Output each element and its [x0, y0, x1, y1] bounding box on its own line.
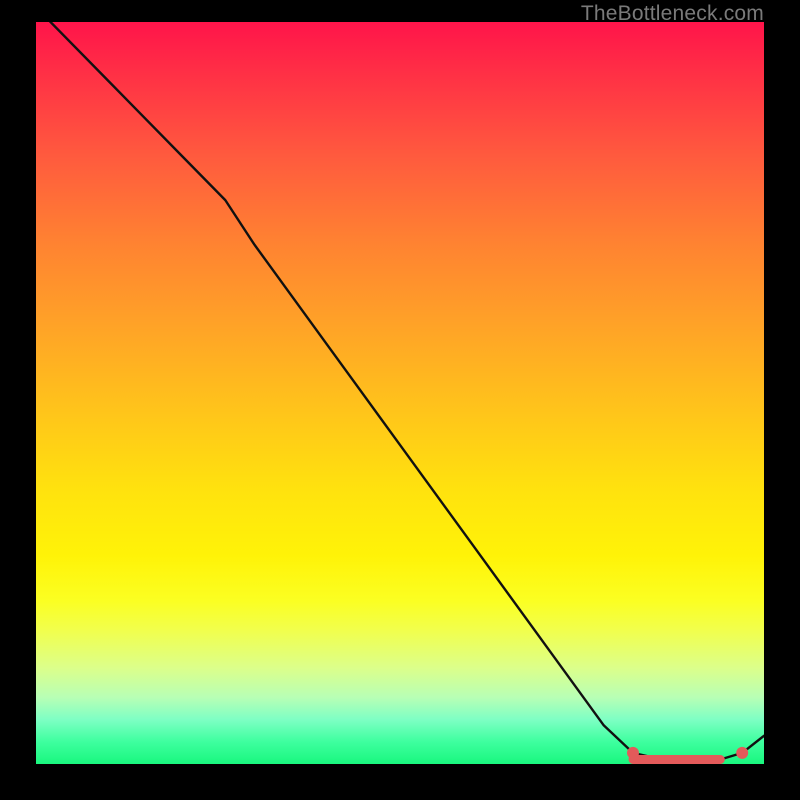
bottleneck-curve — [36, 22, 764, 759]
chart-frame: { "attribution": "TheBottleneck.com", "c… — [0, 0, 800, 800]
plot-area — [36, 22, 764, 764]
marker-right-dot — [736, 747, 748, 759]
marker-left-dot — [627, 747, 639, 759]
chart-svg — [36, 22, 764, 764]
